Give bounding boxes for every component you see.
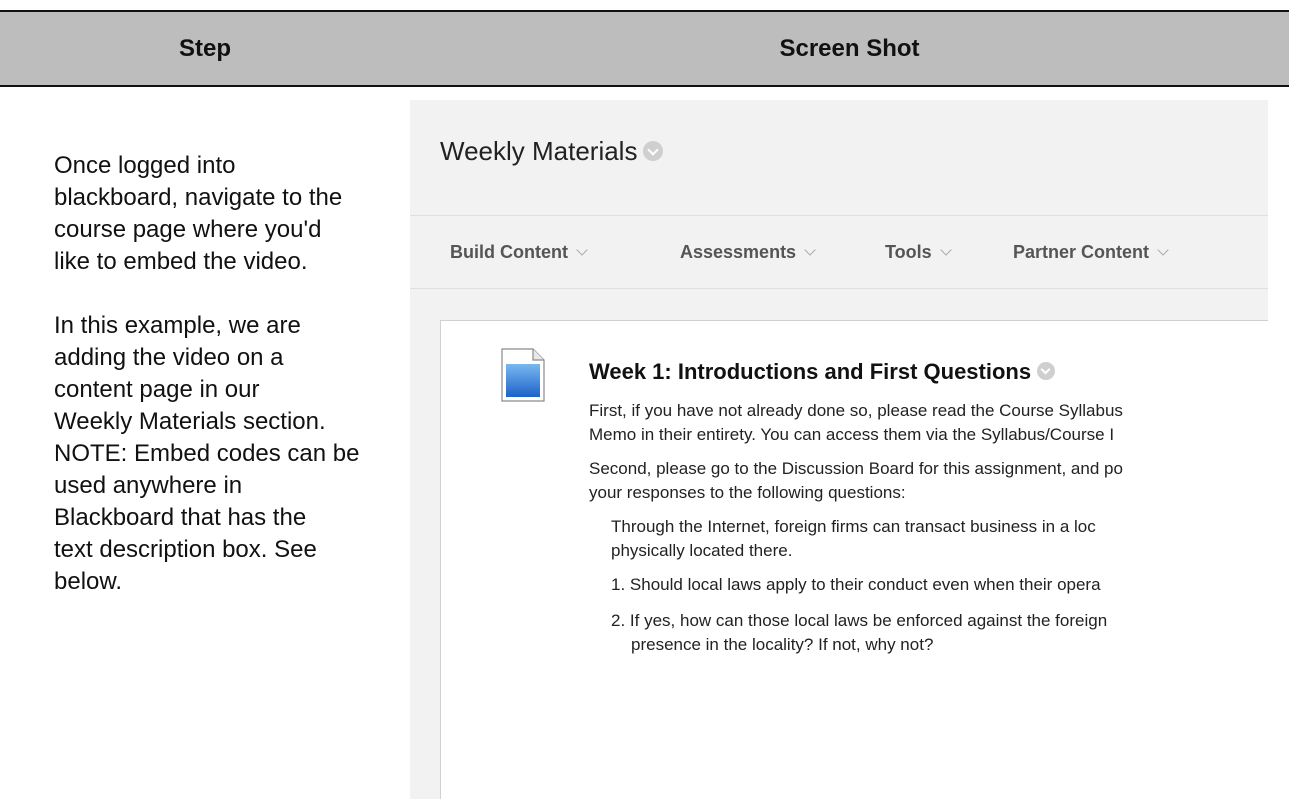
document-icon	[501, 348, 545, 402]
content-menu-bar: Build Content Assessments Tools Partner …	[410, 215, 1268, 289]
step-paragraph-1: Once logged into blackboard, navigate to…	[54, 152, 343, 275]
chevron-down-icon[interactable]	[643, 141, 664, 162]
blackboard-screenshot: Weekly Materials Build Content Assessmen…	[410, 100, 1268, 799]
column-header-screenshot: Screen Shot	[779, 35, 920, 62]
menu-build-content[interactable]: Build Content	[450, 216, 588, 288]
menu-partner-content[interactable]: Partner Content	[1013, 216, 1169, 288]
menu-tools[interactable]: Tools	[885, 216, 952, 288]
chevron-down-icon[interactable]	[1037, 362, 1056, 381]
chevron-down-icon	[1157, 244, 1169, 256]
menu-assessments[interactable]: Assessments	[680, 216, 816, 288]
item-title[interactable]: Week 1: Introductions and First Question…	[589, 359, 1056, 385]
description-paragraph: Second, please go to the Discussion Boar…	[589, 459, 1123, 502]
column-header-step: Step	[178, 35, 231, 62]
step-paragraph-2: In this example, we are adding the video…	[54, 312, 360, 595]
step-instructions: Once logged into blackboard, navigate to…	[54, 150, 399, 630]
item-description: First, if you have not already done so, …	[589, 399, 1268, 669]
content-item: Week 1: Introductions and First Question…	[440, 320, 1268, 799]
description-paragraph: First, if you have not already done so, …	[589, 401, 1123, 444]
chevron-down-icon	[576, 244, 588, 256]
list-item: 1. Should local laws apply to their cond…	[611, 575, 1101, 594]
chevron-down-icon	[940, 244, 952, 256]
list-item: 2. If yes, how can those local laws be e…	[611, 611, 1108, 654]
chevron-down-icon	[804, 244, 816, 256]
page-title: Weekly Materials	[440, 136, 664, 167]
description-quote: Through the Internet, foreign firms can …	[611, 517, 1096, 560]
table-header-row: Step Screen Shot	[0, 12, 1289, 87]
